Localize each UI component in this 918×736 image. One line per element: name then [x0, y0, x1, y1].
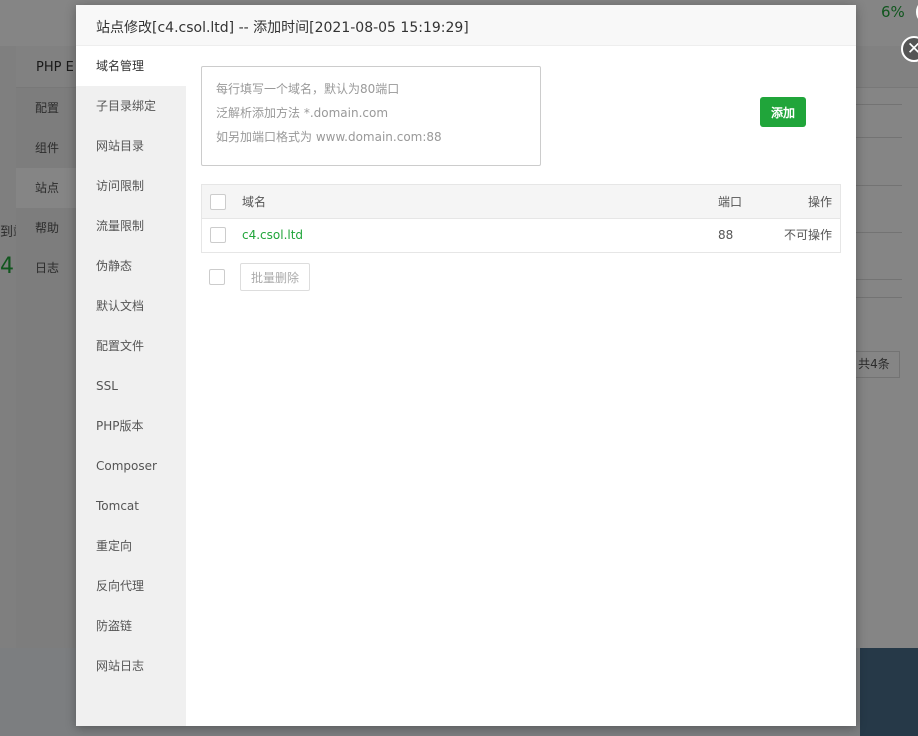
domain-input[interactable]: 每行填写一个域名，默认为80端口 泛解析添加方法 *.domain.com 如另… [201, 66, 541, 166]
port-cell: 88 [718, 228, 734, 242]
column-header-domain: 域名 [242, 195, 267, 209]
domain-cell: c4.csol.ltd [242, 219, 303, 252]
nav-item-composer[interactable]: Composer [76, 446, 186, 486]
nav-item-site-directory[interactable]: 网站目录 [76, 126, 186, 166]
domain-input-placeholder: 如另加端口格式为 www.domain.com:88 [216, 130, 442, 144]
batch-select-checkbox[interactable] [209, 269, 225, 285]
nav-item-php-version[interactable]: PHP版本 [76, 406, 186, 446]
column-header-operation: 操作 [807, 195, 832, 209]
nav-item-reverse-proxy[interactable]: 反向代理 [76, 566, 186, 606]
nav-item-hotlink-protection[interactable]: 防盗链 [76, 606, 186, 646]
domain-input-placeholder: 每行填写一个域名，默认为80端口 [216, 82, 400, 96]
site-edit-dialog: 站点修改[c4.csol.ltd] -- 添加时间[2021-08-05 15:… [76, 0, 918, 726]
domain-management-panel: 每行填写一个域名，默认为80端口 泛解析添加方法 *.domain.com 如另… [186, 46, 856, 726]
operation-cell: 不可操作 [783, 228, 832, 242]
add-domain-button[interactable]: 添加 [760, 97, 806, 127]
column-header-port: 端口 [718, 195, 743, 209]
nav-item-tomcat[interactable]: Tomcat [76, 486, 186, 526]
nav-item-rewrite[interactable]: 伪静态 [76, 246, 186, 286]
nav-item-config-file[interactable]: 配置文件 [76, 326, 186, 366]
dialog-header: 站点修改[c4.csol.ltd] -- 添加时间[2021-08-05 15:… [76, 5, 856, 46]
nav-item-redirect[interactable]: 重定向 [76, 526, 186, 566]
domain-input-placeholder: 泛解析添加方法 *.domain.com [216, 106, 389, 120]
nav-item-ssl[interactable]: SSL [76, 366, 186, 406]
table-header: 域名 端口 操作 [202, 185, 840, 219]
batch-delete-button[interactable]: 批量删除 [240, 263, 310, 291]
nav-item-domain-management[interactable]: 域名管理 [76, 46, 186, 86]
nav-item-access-limit[interactable]: 访问限制 [76, 166, 186, 206]
nav-item-subdirectory-binding[interactable]: 子目录绑定 [76, 86, 186, 126]
dialog-nav: 域名管理 子目录绑定 网站目录 访问限制 流量限制 伪静态 默认文档 配置文件 … [76, 46, 186, 726]
domain-link[interactable]: c4.csol.ltd [242, 228, 303, 242]
table-row: c4.csol.ltd 88 不可操作 [202, 219, 840, 252]
nav-item-traffic-limit[interactable]: 流量限制 [76, 206, 186, 246]
domain-table: 域名 端口 操作 c4.csol.ltd 88 不可操作 [201, 184, 841, 253]
nav-item-default-document[interactable]: 默认文档 [76, 286, 186, 326]
nav-item-site-log[interactable]: 网站日志 [76, 646, 186, 686]
select-all-checkbox[interactable] [210, 194, 226, 210]
dialog-title: 站点修改[c4.csol.ltd] -- 添加时间[2021-08-05 15:… [96, 20, 469, 36]
row-checkbox[interactable] [210, 227, 226, 243]
